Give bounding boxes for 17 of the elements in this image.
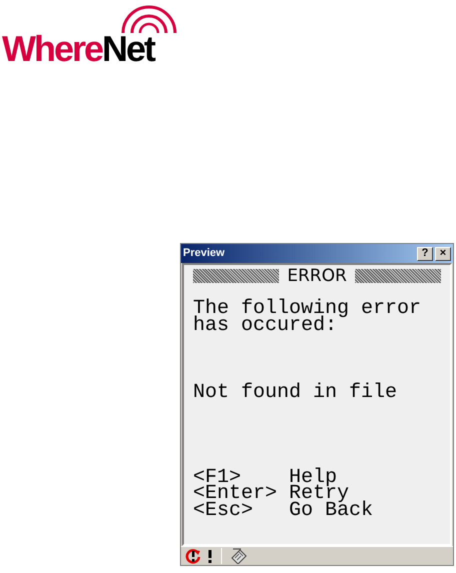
key-action: Retry	[289, 486, 350, 502]
error-heading: ERROR	[287, 268, 347, 284]
logo-text: Net	[102, 32, 154, 66]
help-button[interactable]: ?	[417, 246, 433, 260]
detail-text: Not found in file	[193, 385, 398, 402]
keyboard-pen-icon[interactable]	[230, 548, 248, 564]
key-label: <Enter>	[193, 486, 278, 502]
logo-text: Where	[2, 32, 102, 66]
key-label: <Esc>	[193, 502, 254, 519]
refresh-alert-icon[interactable]	[185, 548, 201, 564]
window-title: Preview	[183, 246, 225, 262]
alert-icon[interactable]	[207, 549, 213, 563]
close-button[interactable]: ×	[435, 246, 451, 260]
message-text: has occured:	[193, 318, 338, 334]
key-action: Go Back	[289, 502, 374, 519]
key-label: <F1>	[193, 470, 242, 486]
key-action: Help	[289, 470, 338, 486]
